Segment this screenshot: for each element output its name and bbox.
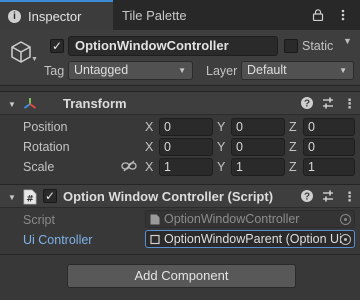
position-x-label: X bbox=[145, 120, 154, 134]
help-icon[interactable]: ? bbox=[300, 189, 314, 203]
scale-x-field[interactable]: 1 bbox=[159, 158, 213, 176]
script-reference-value: OptionWindowController bbox=[164, 212, 300, 226]
tab-inspector-label: Inspector bbox=[28, 8, 82, 24]
layer-label: Layer bbox=[206, 64, 238, 78]
tab-tile-palette[interactable]: Tile Palette bbox=[122, 0, 187, 30]
rotation-y-label: Y bbox=[217, 140, 226, 154]
chevron-down-icon: ▼ bbox=[178, 66, 186, 75]
position-z-field[interactable]: 0 bbox=[303, 118, 355, 136]
transform-title: Transform bbox=[63, 96, 127, 111]
tag-label: Tag bbox=[44, 64, 65, 78]
position-y-label: Y bbox=[217, 120, 226, 134]
transform-header[interactable]: ▼ Transform ? ⋮ bbox=[0, 91, 360, 115]
help-icon[interactable]: ? bbox=[300, 96, 314, 110]
tab-tile-palette-label: Tile Palette bbox=[122, 7, 187, 23]
more-options-icon[interactable]: ⋮ bbox=[343, 96, 356, 112]
object-picker-icon[interactable] bbox=[340, 234, 351, 245]
script-file-icon: # bbox=[23, 189, 37, 205]
layer-dropdown[interactable]: Default ▼ bbox=[241, 61, 354, 80]
rotation-x-label: X bbox=[145, 140, 154, 154]
position-y-field[interactable]: 0 bbox=[231, 118, 285, 136]
layer-value: Default bbox=[247, 63, 287, 77]
scale-label: Scale bbox=[23, 160, 55, 174]
tab-menu-icon[interactable] bbox=[336, 8, 350, 22]
scale-x-label: X bbox=[145, 160, 154, 174]
ui-controller-field[interactable]: OptionWindowParent (Option Ui bbox=[145, 230, 355, 248]
ui-controller-label: Ui Controller bbox=[23, 233, 93, 247]
position-z-label: Z bbox=[289, 120, 297, 134]
icon-dropdown-arrow-icon[interactable]: ▼ bbox=[31, 56, 38, 63]
tab-inspector[interactable]: i Inspector bbox=[0, 0, 113, 30]
script-component-title: Option Window Controller (Script) bbox=[63, 189, 274, 204]
position-label: Position bbox=[23, 120, 68, 134]
scale-z-field[interactable]: 1 bbox=[303, 158, 355, 176]
rotation-label: Rotation bbox=[23, 140, 70, 154]
info-icon: i bbox=[8, 9, 21, 23]
divider bbox=[0, 254, 360, 255]
tag-dropdown[interactable]: Untagged ▼ bbox=[68, 61, 193, 80]
foldout-arrow-icon[interactable]: ▼ bbox=[8, 100, 16, 109]
foldout-arrow-icon[interactable]: ▼ bbox=[8, 193, 16, 202]
lock-icon[interactable] bbox=[312, 9, 324, 21]
script-label: Script bbox=[23, 213, 55, 227]
svg-text:#: # bbox=[26, 195, 34, 205]
ui-controller-value: OptionWindowParent (Option Ui bbox=[164, 232, 342, 246]
script-enabled-checkbox[interactable]: ✓ bbox=[43, 189, 57, 203]
object-picker-icon bbox=[340, 214, 351, 225]
static-dropdown-arrow-icon[interactable]: ▼ bbox=[343, 36, 352, 46]
preset-settings-icon[interactable] bbox=[321, 189, 335, 203]
script-file-icon bbox=[150, 214, 160, 225]
rotation-y-field[interactable]: 0 bbox=[231, 138, 285, 156]
svg-text:?: ? bbox=[304, 99, 310, 110]
scale-y-label: Y bbox=[217, 160, 226, 174]
tab-bar: i Inspector Tile Palette bbox=[0, 0, 360, 30]
tag-value: Untagged bbox=[74, 63, 129, 77]
svg-text:?: ? bbox=[304, 192, 310, 203]
more-options-icon[interactable]: ⋮ bbox=[343, 189, 356, 205]
active-checkbox[interactable]: ✓ bbox=[50, 39, 64, 53]
gameobject-name-field[interactable]: OptionWindowController bbox=[68, 36, 278, 56]
preset-settings-icon[interactable] bbox=[321, 96, 335, 110]
script-component-header[interactable]: ▼ # ✓ Option Window Controller (Script) … bbox=[0, 184, 360, 208]
transform-icon bbox=[23, 98, 37, 109]
rotation-x-field[interactable]: 0 bbox=[159, 138, 213, 156]
static-label: Static bbox=[302, 39, 334, 53]
rotation-z-label: Z bbox=[289, 140, 297, 154]
constrain-proportions-icon[interactable] bbox=[121, 160, 137, 172]
gameobject-header: ▼ ✓ OptionWindowController Static ▼ Tag … bbox=[0, 30, 360, 86]
scale-z-label: Z bbox=[289, 160, 297, 174]
static-checkbox[interactable] bbox=[284, 39, 298, 53]
script-reference-field: OptionWindowController bbox=[145, 210, 355, 228]
add-component-button[interactable]: Add Component bbox=[67, 264, 296, 288]
chevron-down-icon: ▼ bbox=[339, 66, 347, 75]
position-x-field[interactable]: 0 bbox=[159, 118, 213, 136]
gameobject-reference-icon bbox=[150, 234, 160, 245]
rotation-z-field[interactable]: 0 bbox=[303, 138, 355, 156]
scale-y-field[interactable]: 1 bbox=[231, 158, 285, 176]
